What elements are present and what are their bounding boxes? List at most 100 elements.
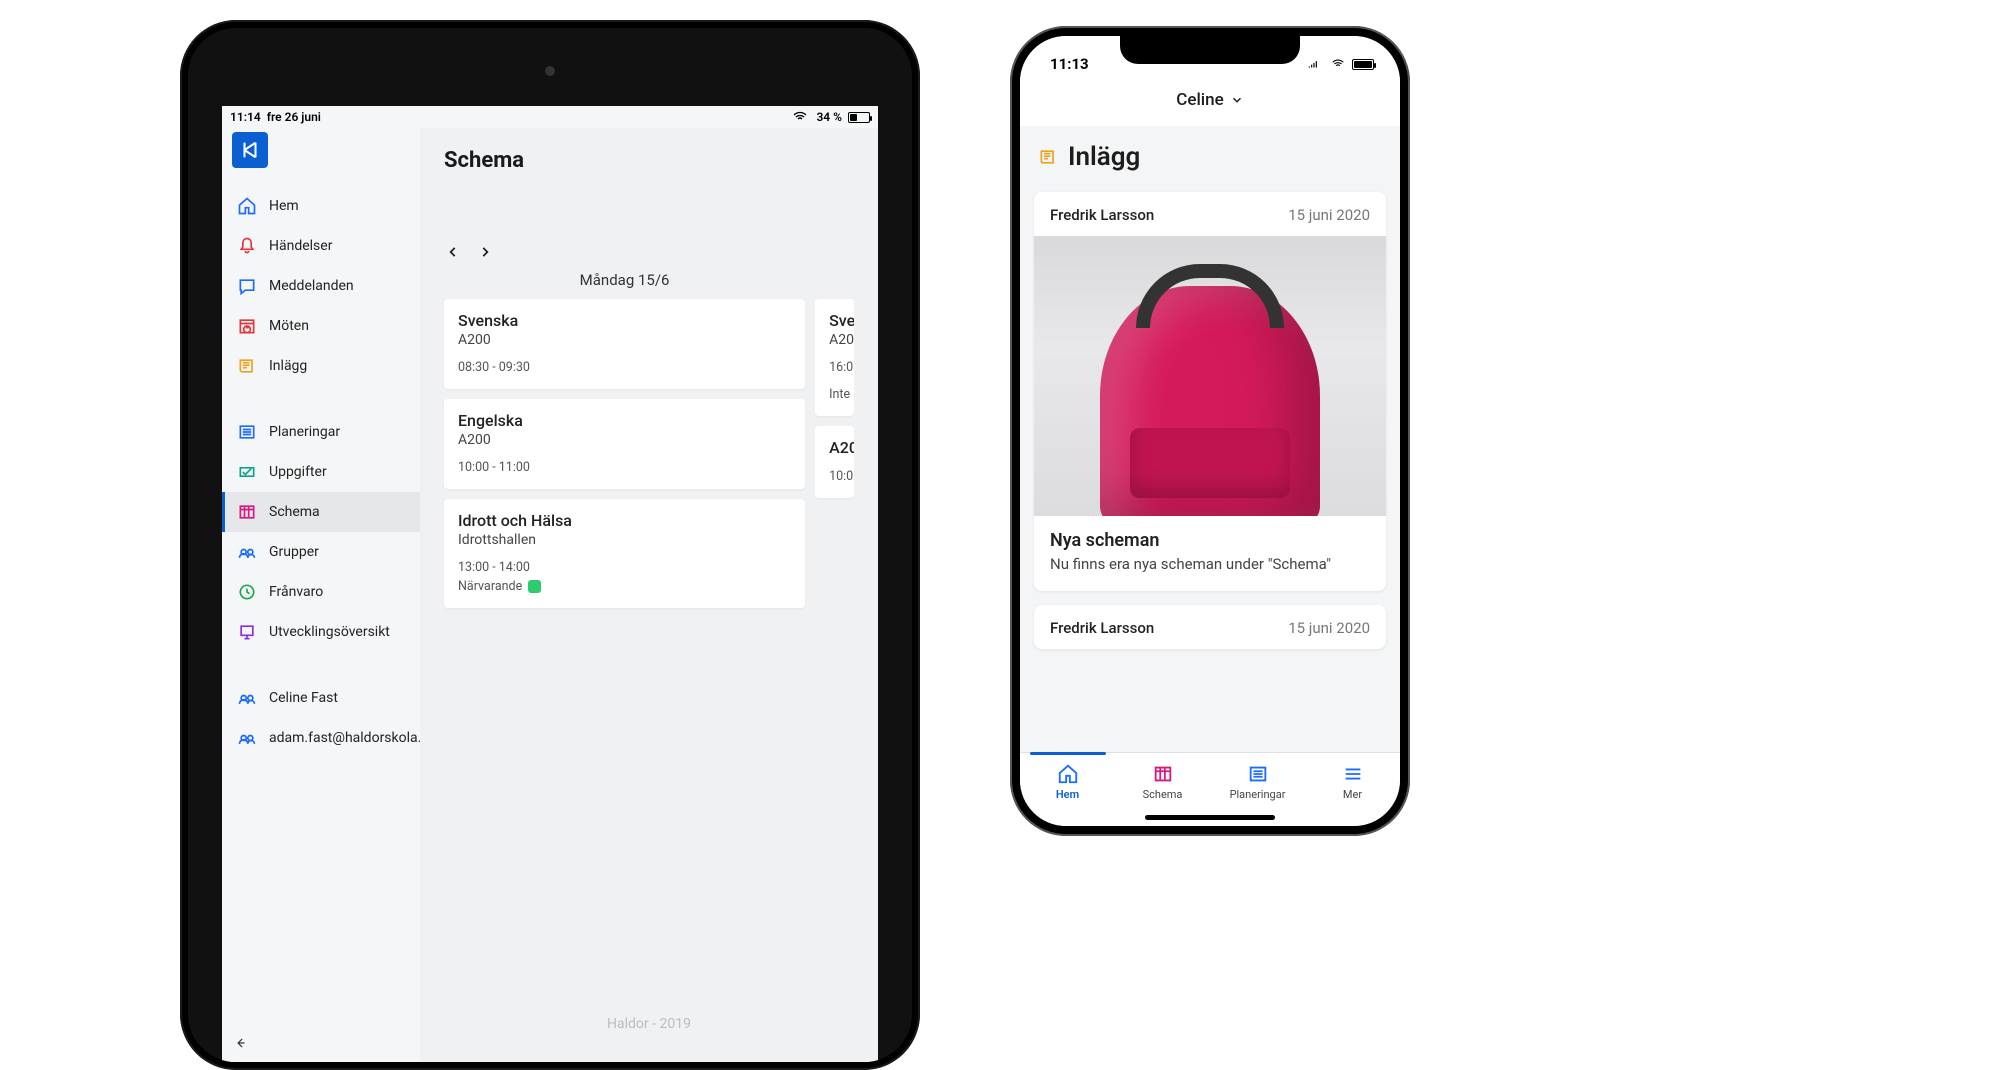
lesson-card[interactable]: SveA2016:0Inte bbox=[815, 299, 854, 416]
grid-icon bbox=[1152, 763, 1174, 785]
sidebar-item-absence[interactable]: Frånvaro bbox=[222, 572, 420, 612]
menu-icon bbox=[1342, 763, 1364, 785]
lesson-room: A20 bbox=[829, 332, 840, 348]
day-header: Måndag 15/6 bbox=[444, 271, 805, 289]
lesson-card[interactable]: SvenskaA20008:30 - 09:30 bbox=[444, 299, 805, 389]
profile-name: Celine bbox=[1176, 90, 1223, 110]
sidebar-item-label: Planeringar bbox=[269, 424, 340, 440]
battery-icon bbox=[848, 112, 870, 123]
lesson-subject: Svenska bbox=[458, 311, 791, 330]
day-column: Måndag 15/6 SvenskaA20008:30 - 09:30Enge… bbox=[444, 271, 805, 618]
people-icon bbox=[237, 728, 257, 748]
lesson-subject: Idrott och Hälsa bbox=[458, 511, 791, 530]
phone-notch bbox=[1120, 36, 1300, 64]
post-image bbox=[1034, 236, 1386, 516]
newspaper-icon bbox=[237, 356, 257, 376]
sidebar-item-label: adam.fast@haldorskola.se bbox=[269, 730, 436, 746]
footer-text: Haldor - 2019 bbox=[420, 1016, 878, 1032]
section-header: Inlägg bbox=[1020, 126, 1400, 182]
lesson-card[interactable]: Idrott och Hälsa Idrottshallen 13:00 - 14:… bbox=[444, 499, 805, 608]
sidebar-item-acc1[interactable]: Celine Fast bbox=[222, 678, 420, 718]
lesson-card[interactable]: EngelskaA20010:00 - 11:00 bbox=[444, 399, 805, 489]
post-card[interactable]: Fredrik Larsson 15 juni 2020 bbox=[1034, 605, 1386, 649]
nav-accounts: Celine Fast adam.fast@haldorskola.se bbox=[222, 670, 420, 758]
next-day-button[interactable] bbox=[476, 243, 494, 261]
sidebar-item-messages[interactable]: Meddelanden bbox=[222, 266, 420, 306]
lesson-time: 10:00 - 11:00 bbox=[458, 460, 791, 475]
lesson-card[interactable]: A20 10:0 bbox=[815, 426, 854, 498]
back-button[interactable] bbox=[228, 1030, 254, 1056]
profile-selector[interactable]: Celine bbox=[1020, 82, 1400, 126]
status-date: fre 26 juni bbox=[267, 110, 321, 124]
phone-screen: 11:13 Celine Inlägg Fredrik Larsson 15 ju… bbox=[1020, 36, 1400, 826]
sidebar-item-label: Uppgifter bbox=[269, 464, 327, 480]
attendance-badge bbox=[528, 580, 541, 593]
phone-device-frame: 11:13 Celine Inlägg Fredrik Larsson 15 ju… bbox=[1010, 26, 1410, 836]
tablet-screen: 11:14 fre 26 juni 34 % bbox=[222, 106, 878, 1062]
home-indicator bbox=[1145, 815, 1275, 820]
sidebar-item-events[interactable]: Händelser bbox=[222, 226, 420, 266]
post-date: 15 juni 2020 bbox=[1288, 206, 1370, 224]
date-navigation bbox=[444, 243, 854, 261]
wifi-icon bbox=[790, 107, 810, 127]
lesson-time: 10:0 bbox=[829, 469, 840, 484]
sidebar-item-label: Frånvaro bbox=[269, 584, 323, 600]
bell-icon bbox=[237, 236, 257, 256]
page-title: Schema bbox=[444, 148, 854, 173]
signal-icon bbox=[1304, 54, 1324, 74]
grid-icon bbox=[237, 502, 257, 522]
lesson-room: A200 bbox=[458, 432, 791, 448]
home-icon bbox=[1057, 763, 1079, 785]
newspaper-icon bbox=[1038, 147, 1058, 167]
statusbar: 11:14 fre 26 juni 34 % bbox=[222, 106, 878, 128]
home-icon bbox=[237, 196, 257, 216]
task-icon bbox=[237, 462, 257, 482]
lesson-subject: A20 bbox=[829, 438, 840, 457]
post-date: 15 juni 2020 bbox=[1288, 619, 1370, 637]
sidebar-item-dev[interactable]: Utvecklingsöversikt bbox=[222, 612, 420, 652]
lesson-time: 08:30 - 09:30 bbox=[458, 360, 791, 375]
clock-icon bbox=[237, 582, 257, 602]
status-time: 11:14 bbox=[230, 110, 261, 124]
sidebar-item-tasks[interactable]: Uppgifter bbox=[222, 452, 420, 492]
battery-icon bbox=[1352, 59, 1374, 70]
lesson-room: Idrottshallen bbox=[458, 532, 791, 548]
sidebar-item-acc2[interactable]: adam.fast@haldorskola.se bbox=[222, 718, 420, 758]
post-author: Fredrik Larsson bbox=[1050, 206, 1154, 224]
sidebar-item-label: Möten bbox=[269, 318, 309, 334]
tablet-camera bbox=[545, 66, 555, 76]
day-column-peek: . SveA2016:0InteA2010:0 bbox=[815, 271, 854, 618]
tab-more[interactable]: Mer bbox=[1305, 753, 1400, 810]
sidebar-item-label: Schema bbox=[269, 504, 320, 520]
sidebar-item-groups[interactable]: Grupper bbox=[222, 532, 420, 572]
post-author: Fredrik Larsson bbox=[1050, 619, 1154, 637]
sidebar: Hem Händelser Meddelanden Möten Inlägg Plane… bbox=[222, 128, 420, 1062]
schedule-columns: Måndag 15/6 SvenskaA20008:30 - 09:30Enge… bbox=[444, 271, 854, 618]
app-body: Hem Händelser Meddelanden Möten Inlägg Plane… bbox=[222, 128, 878, 1062]
lesson-time: 16:0 bbox=[829, 360, 840, 375]
sidebar-item-meetings[interactable]: Möten bbox=[222, 306, 420, 346]
post-card[interactable]: Fredrik Larsson15 juni 2020Nya schemanNu… bbox=[1034, 192, 1386, 591]
sidebar-item-label: Händelser bbox=[269, 238, 332, 254]
list-icon bbox=[1247, 763, 1269, 785]
sidebar-item-schedule[interactable]: Schema bbox=[222, 492, 420, 532]
tablet-bezel: 11:14 fre 26 juni 34 % bbox=[188, 28, 912, 1062]
tab-label: Schema bbox=[1143, 788, 1183, 801]
prev-day-button[interactable] bbox=[444, 243, 462, 261]
sidebar-item-posts[interactable]: Inlägg bbox=[222, 346, 420, 386]
posts-feed[interactable]: Fredrik Larsson15 juni 2020Nya schemanNu… bbox=[1020, 182, 1400, 673]
sidebar-item-label: Grupper bbox=[269, 544, 319, 560]
app-logo[interactable] bbox=[232, 132, 268, 168]
phone-status-time: 11:13 bbox=[1050, 55, 1089, 73]
tab-plans[interactable]: Planeringar bbox=[1210, 753, 1305, 810]
sidebar-item-plans[interactable]: Planeringar bbox=[222, 412, 420, 452]
sidebar-item-label: Celine Fast bbox=[269, 690, 338, 706]
nav-primary: Hem Händelser Meddelanden Möten Inlägg bbox=[222, 178, 420, 386]
tab-home[interactable]: Hem bbox=[1020, 753, 1115, 810]
main-content: Schema Måndag 15/6 SvenskaA20008:30 - 09… bbox=[420, 128, 878, 1062]
tab-label: Planeringar bbox=[1230, 788, 1286, 801]
tab-schedule[interactable]: Schema bbox=[1115, 753, 1210, 810]
lesson-time: 13:00 - 14:00 bbox=[458, 560, 791, 575]
lesson-subject: Sve bbox=[829, 311, 840, 330]
sidebar-item-home[interactable]: Hem bbox=[222, 186, 420, 226]
